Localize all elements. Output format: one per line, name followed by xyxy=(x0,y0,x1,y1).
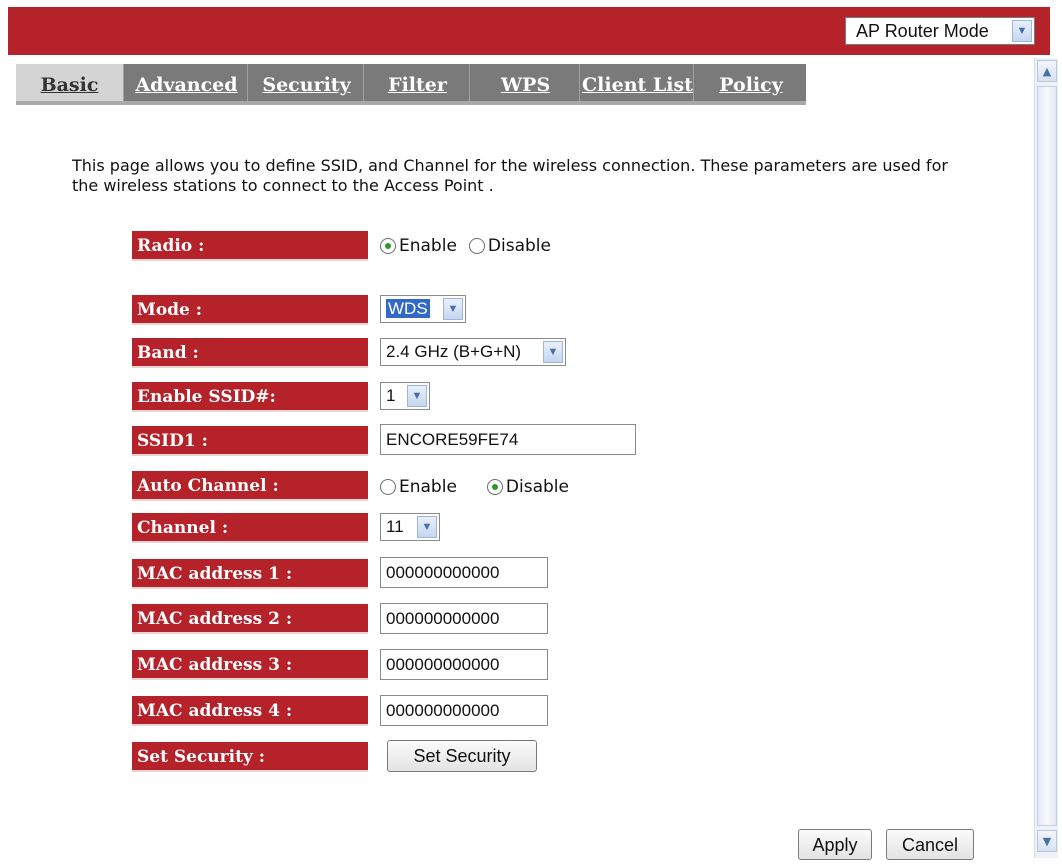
mac-address-2-label: MAC address 2 : xyxy=(132,604,368,634)
scroll-up-arrow-icon[interactable]: ▲ xyxy=(1037,60,1057,82)
enable-ssid-label: Enable SSID#: xyxy=(132,382,368,412)
operation-mode-value: AP Router Mode xyxy=(856,21,989,41)
scroll-down-arrow-icon[interactable]: ▼ xyxy=(1037,830,1057,852)
ssid1-input[interactable]: ENCORE59FE74 xyxy=(380,424,636,455)
set-security-label: Set Security : xyxy=(132,742,368,772)
enable-ssid-value: 1 xyxy=(386,386,396,405)
chevron-down-icon[interactable]: ▼ xyxy=(443,298,463,320)
chevron-down-icon[interactable]: ▼ xyxy=(1012,20,1032,42)
mac-address-4-label: MAC address 4 : xyxy=(132,696,368,726)
auto-channel-options: Enable Disable xyxy=(380,477,569,497)
mode-value: WDS xyxy=(386,299,430,318)
mac-address-3-input[interactable]: 000000000000 xyxy=(380,649,548,680)
mac-address-1-input[interactable]: 000000000000 xyxy=(380,557,548,588)
chevron-down-icon[interactable]: ▼ xyxy=(417,516,437,538)
vertical-scrollbar[interactable]: ▲ ▼ xyxy=(1034,58,1058,858)
set-security-button[interactable]: Set Security xyxy=(387,740,537,772)
enable-ssid-select[interactable]: 1 ▼ xyxy=(380,382,430,410)
chevron-down-icon[interactable]: ▼ xyxy=(407,385,427,407)
radio-enable-label: Enable xyxy=(399,236,457,256)
radio-label: Radio : xyxy=(132,231,368,261)
cancel-button[interactable]: Cancel xyxy=(886,829,974,860)
tab-advanced[interactable]: Advanced xyxy=(126,64,248,101)
radio-disable-radio[interactable] xyxy=(468,238,485,254)
mac-address-1-label: MAC address 1 : xyxy=(132,559,368,589)
mac-address-4-input[interactable]: 000000000000 xyxy=(380,695,548,726)
tab-client-list[interactable]: Client List xyxy=(582,64,694,101)
tab-filter[interactable]: Filter xyxy=(366,64,470,101)
tab-security[interactable]: Security xyxy=(250,64,364,101)
auto-channel-enable-radio[interactable] xyxy=(380,479,396,495)
mac-address-3-label: MAC address 3 : xyxy=(132,650,368,680)
apply-button[interactable]: Apply xyxy=(798,829,872,860)
auto-channel-label: Auto Channel : xyxy=(132,471,368,501)
ssid1-label: SSID1 : xyxy=(132,426,368,456)
scrollbar-thumb[interactable] xyxy=(1037,86,1057,826)
operation-mode-select[interactable]: AP Router Mode ▼ xyxy=(845,17,1035,45)
tab-policy[interactable]: Policy xyxy=(696,64,806,101)
mac-address-2-input[interactable]: 000000000000 xyxy=(380,603,548,634)
auto-channel-disable-radio[interactable] xyxy=(486,479,503,495)
tab-wps[interactable]: WPS xyxy=(472,64,580,101)
tab-basic[interactable]: Basic xyxy=(16,64,124,101)
page-description: This page allows you to define SSID, and… xyxy=(72,156,948,195)
radio-disable-label: Disable xyxy=(487,236,551,256)
channel-label: Channel : xyxy=(132,513,368,543)
mode-label: Mode : xyxy=(132,295,368,325)
auto-channel-enable-label: Enable xyxy=(399,477,457,497)
band-select[interactable]: 2.4 GHz (B+G+N) ▼ xyxy=(380,338,566,366)
radio-enable-radio[interactable] xyxy=(380,238,396,254)
tab-bar: Basic Advanced Security Filter WPS Clien… xyxy=(16,64,806,105)
auto-channel-disable-label: Disable xyxy=(505,477,569,497)
chevron-down-icon[interactable]: ▼ xyxy=(543,341,563,363)
band-label: Band : xyxy=(132,338,368,368)
radio-options: Enable Disable xyxy=(380,236,551,256)
channel-value: 11 xyxy=(386,517,404,536)
mode-select[interactable]: WDS ▼ xyxy=(380,295,466,323)
band-value: 2.4 GHz (B+G+N) xyxy=(386,342,522,361)
channel-select[interactable]: 11 ▼ xyxy=(380,513,440,541)
